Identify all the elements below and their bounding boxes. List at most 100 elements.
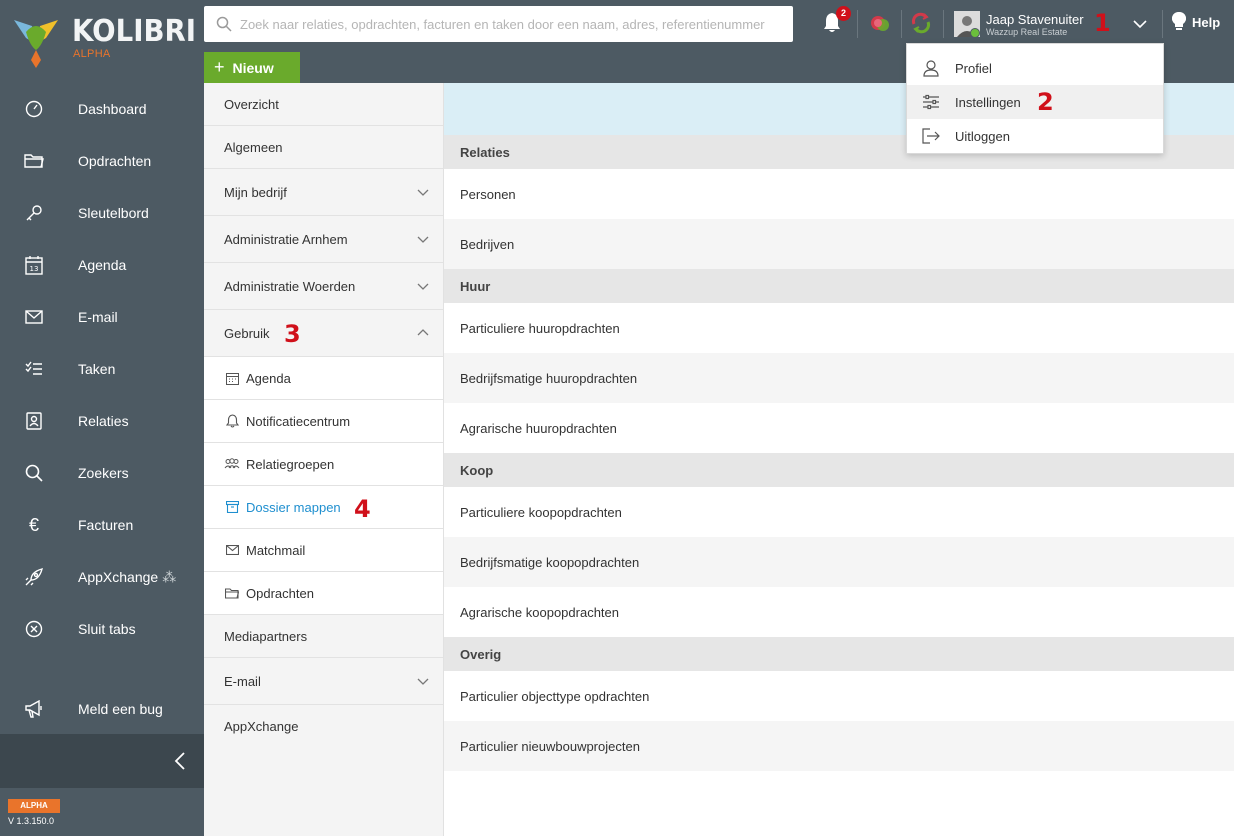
- subnav-administratie-woerden[interactable]: Administratie Woerden: [204, 263, 443, 310]
- chat-button[interactable]: [868, 12, 892, 36]
- plus-icon: +: [214, 57, 225, 77]
- nav-sleutelbord[interactable]: Sleutelbord: [0, 187, 204, 239]
- list-row[interactable]: Agrarische koopopdrachten: [444, 587, 1234, 637]
- subnav-administratie-arnhem[interactable]: Administratie Arnhem: [204, 216, 443, 263]
- main-nav: Dashboard Opdrachten Sleutelbord 13 Agen…: [0, 83, 204, 655]
- subnav-child-label: Relatiegroepen: [246, 456, 335, 472]
- nav-zoekers[interactable]: Zoekers: [0, 447, 204, 499]
- bug-report-area: Meld een bug: [0, 683, 204, 735]
- subnav-child-relatiegroepen[interactable]: Relatiegroepen: [204, 443, 443, 486]
- close-circle-icon: [24, 619, 44, 639]
- sparkle-icon: ⁂: [162, 568, 176, 585]
- tasks-icon: [24, 359, 44, 379]
- user-name[interactable]: Jaap Stavenuiter: [986, 12, 1084, 27]
- chevron-down-icon: [417, 283, 429, 290]
- sync-button[interactable]: [910, 12, 934, 36]
- chevron-down-icon: [417, 189, 429, 196]
- help-button[interactable]: Help: [1172, 12, 1220, 32]
- global-search[interactable]: [204, 6, 793, 42]
- euro-icon: €: [28, 514, 39, 535]
- subnav-child-notificatiecentrum[interactable]: Notificatiecentrum: [204, 400, 443, 443]
- nav-taken[interactable]: Taken: [0, 343, 204, 395]
- nav-relaties[interactable]: Relaties: [0, 395, 204, 447]
- list-row[interactable]: Bedrijfsmatige huuropdrachten: [444, 353, 1234, 403]
- divider: [1162, 10, 1163, 38]
- menu-item-instellingen[interactable]: Instellingen 2: [907, 85, 1163, 119]
- chevron-left-icon: [174, 752, 185, 770]
- menu-item-profiel[interactable]: Profiel: [907, 51, 1163, 85]
- calendar-icon: [224, 371, 240, 385]
- subnav-child-label: Opdrachten: [246, 585, 314, 601]
- sidebar: KOLIBRI ALPHA Dashboard Opdrachten Sleut…: [0, 0, 204, 836]
- collapse-sidebar-button[interactable]: [0, 734, 204, 788]
- chat-icon: [871, 16, 889, 31]
- settings-subnav: Overzicht Algemeen Mijn bedrijf Administ…: [204, 83, 444, 836]
- bell-icon: [224, 414, 240, 428]
- new-button-label: Nieuw: [232, 59, 274, 76]
- nav-agenda[interactable]: 13 Agenda: [0, 239, 204, 291]
- search-input[interactable]: [240, 16, 780, 32]
- list-row[interactable]: Particuliere koopopdrachten: [444, 487, 1234, 537]
- archive-icon: [224, 500, 240, 514]
- version-info: ALPHA V 1.3.150.0: [0, 788, 204, 836]
- nav-label: Dashboard: [78, 101, 147, 117]
- list-row[interactable]: Bedrijfsmatige koopopdrachten: [444, 537, 1234, 587]
- kolibri-logo[interactable]: KOLIBRI ALPHA: [10, 8, 200, 68]
- subnav-mediapartners[interactable]: Mediapartners: [204, 615, 443, 658]
- subnav-label: Administratie Woerden: [224, 278, 356, 294]
- mail-icon: [24, 307, 44, 327]
- step-marker-2: 2: [1037, 88, 1054, 116]
- chevron-down-icon[interactable]: [1132, 16, 1148, 32]
- nav-sluit-tabs[interactable]: Sluit tabs: [0, 603, 204, 655]
- nav-appxchange[interactable]: AppXchange ⁂: [0, 551, 204, 603]
- nav-label: Sluit tabs: [78, 621, 136, 637]
- subnav-child-agenda[interactable]: Agenda: [204, 357, 443, 400]
- menu-item-label: Profiel: [955, 60, 992, 76]
- user-company: Wazzup Real Estate: [986, 27, 1068, 37]
- menu-item-uitloggen[interactable]: Uitloggen: [907, 119, 1163, 153]
- list-row[interactable]: Particuliere huuropdrachten: [444, 303, 1234, 353]
- nav-meld-bug[interactable]: Meld een bug: [0, 683, 204, 735]
- nav-label: Zoekers: [78, 465, 129, 481]
- subnav-label: AppXchange: [224, 719, 299, 734]
- menu-item-label: Instellingen: [955, 94, 1021, 110]
- list-row[interactable]: Particulier objecttype opdrachten: [444, 671, 1234, 721]
- nav-email[interactable]: E-mail: [0, 291, 204, 343]
- nav-label: AppXchange: [78, 569, 159, 585]
- subnav-appxchange[interactable]: AppXchange: [204, 705, 443, 748]
- nav-opdrachten[interactable]: Opdrachten: [0, 135, 204, 187]
- subnav-algemeen[interactable]: Algemeen: [204, 126, 443, 169]
- subnav-email[interactable]: E-mail: [204, 658, 443, 705]
- contact-icon: [24, 411, 44, 431]
- chevron-up-icon: [417, 329, 429, 336]
- nav-dashboard[interactable]: Dashboard: [0, 83, 204, 135]
- logout-icon: [921, 127, 941, 145]
- section-header-huur: Huur: [444, 269, 1234, 303]
- subnav-overzicht[interactable]: Overzicht: [204, 83, 443, 126]
- nav-label: Agenda: [78, 257, 127, 273]
- nav-facturen[interactable]: € Facturen: [0, 499, 204, 551]
- avatar[interactable]: [954, 11, 980, 38]
- new-button[interactable]: + Nieuw: [204, 52, 300, 83]
- brand-name: KOLIBRI: [72, 14, 197, 49]
- menu-item-label: Uitloggen: [955, 128, 1010, 144]
- subnav-gebruik[interactable]: Gebruik 3: [204, 310, 443, 357]
- subnav-label: Overzicht: [224, 96, 279, 112]
- subnav-mijn-bedrijf[interactable]: Mijn bedrijf: [204, 169, 443, 216]
- subnav-child-dossier-mappen[interactable]: Dossier mappen 4: [204, 486, 443, 529]
- list-row[interactable]: Particulier nieuwbouwprojecten: [444, 721, 1234, 771]
- list-row[interactable]: Bedrijven: [444, 219, 1234, 269]
- section-header-overig: Overig: [444, 637, 1234, 671]
- nav-label: Taken: [78, 361, 116, 377]
- subnav-child-opdrachten[interactable]: Opdrachten: [204, 572, 443, 615]
- nav-label: E-mail: [78, 309, 118, 325]
- section-header-koop: Koop: [444, 453, 1234, 487]
- megaphone-icon: [24, 699, 44, 719]
- list-row[interactable]: Personen: [444, 169, 1234, 219]
- folder-icon: [24, 151, 44, 171]
- subnav-label: Mijn bedrijf: [224, 184, 287, 200]
- help-label: Help: [1192, 14, 1221, 30]
- subnav-child-matchmail[interactable]: Matchmail: [204, 529, 443, 572]
- list-row[interactable]: Agrarische huuropdrachten: [444, 403, 1234, 453]
- notifications-button[interactable]: 2: [822, 6, 851, 36]
